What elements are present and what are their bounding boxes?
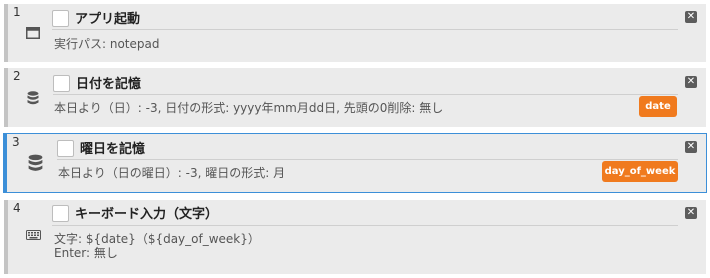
step-title: キーボード入力（文字） <box>75 207 219 222</box>
step-checkbox[interactable] <box>53 75 70 92</box>
close-icon[interactable]: ✕ <box>685 11 697 23</box>
variable-badge[interactable]: date <box>639 96 677 117</box>
step-card[interactable]: 2 日付を記憶 本日より（日）: -3, 日付の形式: yyyy年mm月dd日,… <box>4 68 706 127</box>
step-number: 4 <box>13 201 21 215</box>
variable-badge[interactable]: day_of_week <box>602 161 678 182</box>
step-card[interactable]: 1 アプリ起動 実行パス: notepad ✕ <box>4 4 706 62</box>
step-title: 曜日を記憶 <box>80 142 146 157</box>
step-number: 3 <box>12 135 20 149</box>
divider <box>52 29 678 30</box>
step-title: 日付を記憶 <box>76 77 142 92</box>
step-checkbox[interactable] <box>57 140 74 157</box>
step-detail-line: 文字: ${date}（${day_of_week}） <box>54 232 260 246</box>
divider <box>57 159 678 160</box>
step-number: 2 <box>13 69 21 83</box>
step-checkbox[interactable] <box>52 10 69 27</box>
database-icon <box>25 153 45 173</box>
window-icon <box>25 25 41 41</box>
step-number: 1 <box>13 5 21 19</box>
keyboard-icon <box>25 227 41 243</box>
step-title: アプリ起動 <box>75 12 141 27</box>
step-card[interactable]: 4 キーボード入力（文字） 文字: ${date}（${day_of_week}… <box>4 200 706 274</box>
step-detail-line: Enter: 無し <box>54 246 118 260</box>
step-checkbox[interactable] <box>52 205 69 222</box>
step-detail: 本日より（日の曜日）: -3, 曜日の形式: 月 <box>58 166 286 180</box>
divider <box>52 225 678 226</box>
step-card-selected[interactable]: 3 曜日を記憶 本日より（日の曜日）: -3, 曜日の形式: 月 day_of_… <box>3 133 707 193</box>
step-detail: 本日より（日）: -3, 日付の形式: yyyy年mm月dd日, 先頭の0削除:… <box>54 101 444 115</box>
close-icon[interactable]: ✕ <box>685 141 697 153</box>
database-icon <box>25 90 41 106</box>
divider <box>53 94 678 95</box>
step-detail: 実行パス: notepad <box>54 37 160 51</box>
close-icon[interactable]: ✕ <box>685 207 697 219</box>
close-icon[interactable]: ✕ <box>685 76 697 88</box>
